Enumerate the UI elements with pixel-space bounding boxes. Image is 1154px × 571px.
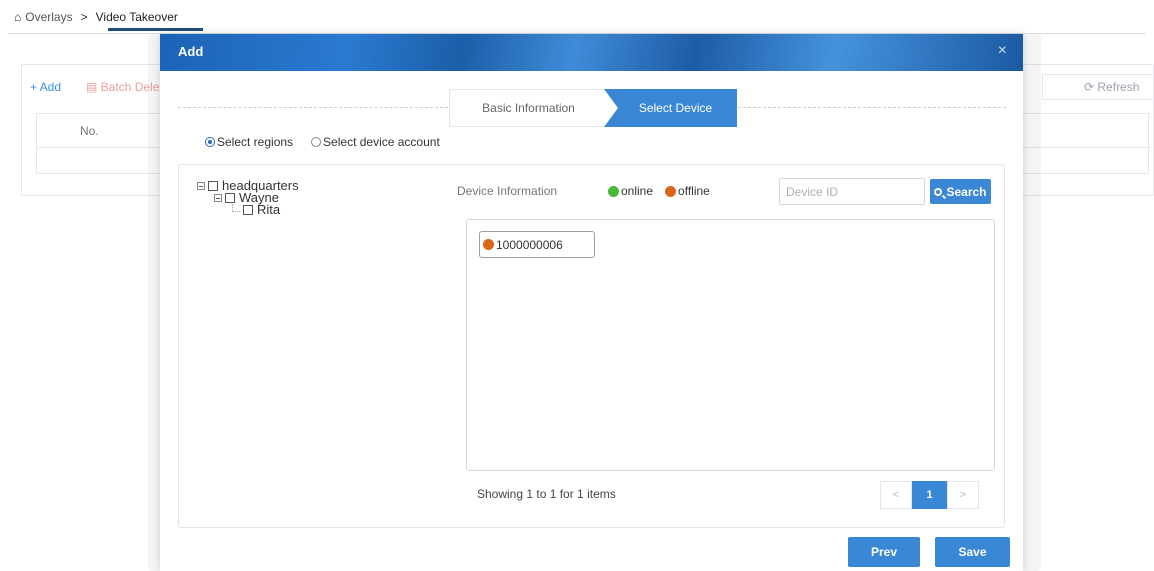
device-information-label: Device Information — [457, 184, 558, 198]
device-item[interactable]: 1000000006 — [479, 231, 595, 258]
save-button[interactable]: Save — [935, 537, 1010, 567]
page-button-current[interactable]: 1 — [912, 481, 947, 509]
selection-mode-radios: Select regions Select device account — [205, 135, 458, 149]
checkbox[interactable] — [225, 193, 235, 203]
trash-icon: ▤ — [86, 80, 101, 94]
collapse-icon[interactable] — [214, 194, 222, 202]
modal-title: Add — [178, 44, 204, 59]
offline-dot-icon — [665, 185, 677, 197]
status-legend: online offline — [608, 184, 722, 198]
radio-select-regions[interactable]: Select regions — [205, 135, 293, 149]
prev-page-button[interactable]: < — [880, 481, 912, 509]
pagination-summary: Showing 1 to 1 for 1 items — [477, 487, 616, 501]
legend-offline: offline — [665, 184, 710, 198]
radio-select-device-account[interactable]: Select device account — [311, 135, 440, 149]
legend-offline-label: offline — [678, 184, 710, 198]
online-dot-icon — [608, 185, 619, 197]
breadcrumb-separator: > — [80, 9, 88, 24]
breadcrumb-overlays[interactable]: Overlays — [25, 10, 72, 24]
close-icon[interactable]: × — [998, 42, 1007, 60]
radio-label: Select regions — [217, 135, 294, 149]
search-icon — [934, 187, 943, 196]
step-select-device[interactable]: Select Device — [604, 89, 737, 127]
pagination: < 1 > — [880, 481, 979, 509]
table-header-no: No. — [80, 124, 99, 138]
wizard-line-left — [178, 107, 448, 108]
radio-unselected-icon[interactable] — [311, 137, 322, 147]
add-button[interactable]: + Add — [30, 80, 61, 94]
breadcrumb-active-underline — [108, 28, 203, 31]
checkbox[interactable] — [243, 205, 253, 215]
radio-selected-icon[interactable] — [205, 137, 215, 147]
tree-connector — [232, 204, 240, 212]
collapse-icon[interactable] — [197, 182, 205, 190]
wizard-line-right — [738, 107, 1006, 108]
radio-label: Select device account — [323, 135, 440, 149]
refresh-button[interactable]: ⟳ Refresh — [1084, 80, 1139, 94]
search-button[interactable]: Search — [930, 179, 991, 204]
breadcrumb-current: Video Takeover — [95, 9, 178, 24]
add-modal: Add × Basic Information Select Device Se… — [160, 34, 1023, 571]
device-id-label: 1000000006 — [496, 237, 563, 252]
offline-dot-icon — [483, 239, 494, 250]
tree-node-label: Rita — [257, 202, 281, 217]
region-tree: headquarters Wayne Rita — [197, 179, 299, 217]
modal-header: Add × — [160, 34, 1023, 71]
refresh-label: Refresh — [1097, 80, 1140, 94]
refresh-icon: ⟳ — [1084, 80, 1098, 94]
step-basic-information[interactable]: Basic Information — [449, 89, 607, 127]
legend-online-label: online — [621, 184, 654, 198]
prev-button[interactable]: Prev — [848, 537, 920, 567]
step-arrow-notch — [604, 89, 618, 127]
checkbox[interactable] — [208, 181, 218, 191]
search-button-label: Search — [946, 184, 987, 199]
tree-node-rita[interactable]: Rita — [232, 202, 299, 217]
legend-online: online — [608, 184, 653, 198]
home-icon[interactable]: ⌂ — [14, 10, 21, 24]
next-page-button[interactable]: > — [947, 481, 979, 509]
device-id-input[interactable] — [779, 178, 925, 205]
